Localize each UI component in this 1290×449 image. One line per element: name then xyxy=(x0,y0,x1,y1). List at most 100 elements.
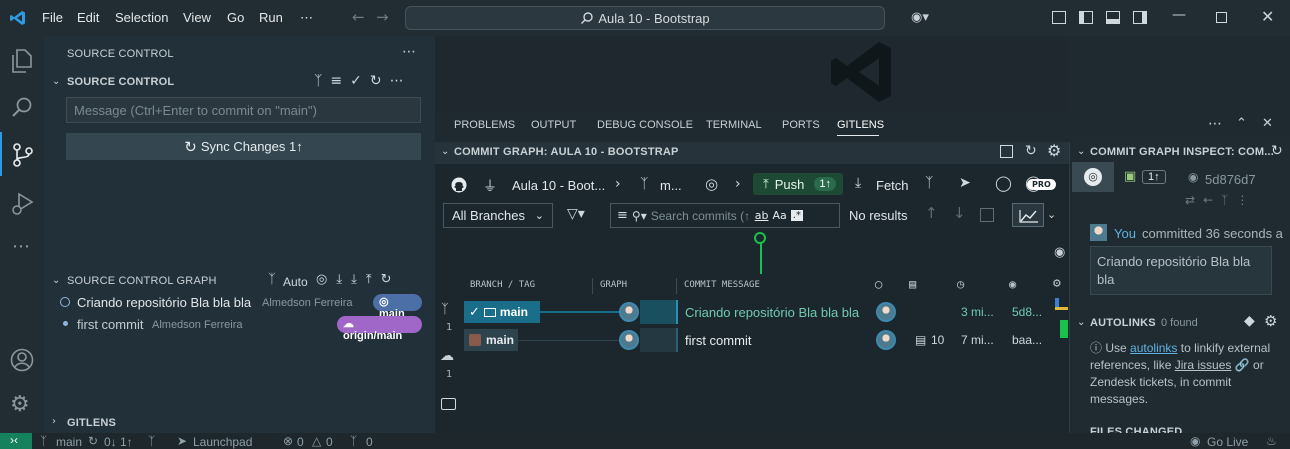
menu-go[interactable]: Go xyxy=(227,10,244,25)
toggle-secondary-sidebar-icon[interactable] xyxy=(1133,11,1147,24)
chevron-down-icon[interactable]: ⌄ xyxy=(52,275,60,286)
minimap-toggle[interactable] xyxy=(1012,203,1044,227)
graph-auto-label[interactable]: Auto xyxy=(283,275,308,289)
refresh-icon[interactable]: ↻ xyxy=(370,73,382,89)
tab-output[interactable]: OUTPUT xyxy=(531,119,576,131)
regex-toggle[interactable]: .* xyxy=(790,210,803,221)
branches-select[interactable]: All Branches ⌄ xyxy=(443,203,553,228)
autolinks-title[interactable]: AUTOLINKS xyxy=(1090,317,1156,329)
fetch-icon[interactable]: ⤓ xyxy=(336,272,342,287)
maximize-icon[interactable] xyxy=(1216,12,1227,23)
table-row[interactable]: ✓ main Criando repositório Bla bla bla 3… xyxy=(463,300,1063,324)
close-window-icon[interactable]: ✕ xyxy=(1261,7,1274,26)
branch-selector[interactable]: m... xyxy=(660,178,682,200)
tab-ports[interactable]: PORTS xyxy=(782,119,820,131)
column-settings-icon[interactable]: ⚙ xyxy=(1053,276,1061,291)
open-details-icon[interactable] xyxy=(980,208,994,222)
github-icon[interactable] xyxy=(451,177,467,193)
more-icon[interactable]: ⋮ xyxy=(1236,193,1248,207)
branch-tag-main[interactable]: ✓ main xyxy=(464,301,540,323)
rocket-icon[interactable]: ➤ xyxy=(959,175,971,191)
push-button[interactable]: ⤒ Push 1↑ xyxy=(753,173,843,195)
search-commits-box[interactable]: ≡ ⚲▾ Search commits (↑ ab Aa .* xyxy=(610,203,840,228)
table-row[interactable]: main first commit ▤ 10 7 mi... baa... xyxy=(463,328,1063,352)
match-case-toggle[interactable]: Aa xyxy=(772,209,786,222)
column-commit-message[interactable]: COMMIT MESSAGE xyxy=(684,280,760,290)
more-views-icon[interactable]: ⋯ xyxy=(12,236,30,257)
command-center[interactable]: Aula 10 - Bootstrap xyxy=(405,6,885,30)
status-branch[interactable]: main xyxy=(56,435,82,449)
compare-icon[interactable]: ⇄ xyxy=(1185,193,1195,207)
graph-icon[interactable]: ᛉ xyxy=(314,73,322,89)
branch-icon[interactable]: ᛉ xyxy=(441,302,449,317)
view-as-list-icon[interactable]: ≡ xyxy=(330,73,342,89)
menu-run[interactable]: Run xyxy=(259,10,283,25)
chevron-down-icon[interactable]: ⌄ xyxy=(52,76,60,87)
section-more-icon[interactable]: ⋯ xyxy=(390,73,404,89)
jira-issues-link[interactable]: Jira issues xyxy=(1175,358,1232,372)
sidebar-more-icon[interactable]: ⋯ xyxy=(402,44,416,60)
back-arrow-icon[interactable]: ← xyxy=(352,8,365,26)
status-go-live[interactable]: Go Live xyxy=(1207,435,1248,449)
toggle-sidebar-icon[interactable] xyxy=(1079,11,1093,24)
remote-indicator[interactable]: ›‹ xyxy=(0,433,32,449)
files-column-icon[interactable]: ▤ xyxy=(909,277,916,291)
refresh-icon[interactable]: ↻ xyxy=(1271,143,1283,159)
graph-item[interactable]: Criando repositório Bla bla bla Almedson… xyxy=(60,294,422,320)
settings-gear-icon[interactable]: ⚙ xyxy=(1047,141,1061,160)
tab-debug-console[interactable]: DEBUG CONSOLE xyxy=(597,119,693,131)
chevron-down-icon[interactable]: ⌄ xyxy=(441,146,449,157)
graph-icon[interactable]: ᛉ xyxy=(148,434,155,448)
refresh-icon[interactable]: ↻ xyxy=(381,272,392,287)
menu-more[interactable]: ⋯ xyxy=(300,10,313,26)
status-sync[interactable]: 0↓ 1↑ xyxy=(104,435,133,449)
graph-section-title[interactable]: SOURCE CONTROL GRAPH xyxy=(67,275,217,287)
menu-view[interactable]: View xyxy=(183,10,211,25)
pro-badge[interactable]: PRO xyxy=(1027,179,1056,190)
back-arrow-icon[interactable]: ← xyxy=(1203,193,1213,207)
match-whole-word-toggle[interactable]: ab xyxy=(755,209,769,222)
inbox-icon[interactable] xyxy=(441,398,456,410)
chevron-down-icon[interactable]: ⌄ xyxy=(1047,208,1056,221)
inspect-author[interactable]: You xyxy=(1114,226,1136,241)
column-graph[interactable]: GRAPH xyxy=(600,280,627,290)
previous-match-icon[interactable]: ↑ xyxy=(925,204,938,222)
filter-icon[interactable]: ▽▾ xyxy=(567,206,585,222)
plug-icon[interactable]: ⏚ xyxy=(483,176,497,196)
repo-selector[interactable]: Aula 10 - Boot... xyxy=(512,178,605,200)
status-warnings[interactable]: 0 xyxy=(326,435,333,449)
inspect-sha[interactable]: 5d876d7 xyxy=(1205,172,1256,187)
close-panel-icon[interactable]: ✕ xyxy=(1262,116,1273,131)
refresh-icon[interactable]: ↻ xyxy=(1025,143,1037,159)
menu-file[interactable]: File xyxy=(42,10,63,25)
explorer-icon[interactable] xyxy=(11,49,33,73)
open-in-editor-icon[interactable] xyxy=(1000,145,1013,158)
commit-check-icon[interactable]: ✓ xyxy=(350,73,362,89)
search-commits-input[interactable]: Search commits (↑ xyxy=(651,209,751,223)
menu-edit[interactable]: Edit xyxy=(77,10,99,25)
pull-icon[interactable]: ⤓ xyxy=(351,272,357,287)
tab-problems[interactable]: PROBLEMS xyxy=(454,119,515,131)
notifications-bell-icon[interactable]: ♨ xyxy=(1266,434,1277,448)
status-errors[interactable]: 0 xyxy=(297,435,304,449)
tab-gitlens[interactable]: GITLENS xyxy=(837,119,884,131)
chevron-down-icon[interactable]: ⌄ xyxy=(1077,317,1085,328)
gitlens-section-title[interactable]: GITLENS xyxy=(67,417,116,429)
status-ports[interactable]: 0 xyxy=(366,435,373,449)
copilot-icon[interactable]: ◉▾ xyxy=(911,10,929,25)
push-icon[interactable]: ⤒ xyxy=(366,272,372,287)
time-column-icon[interactable]: ◷ xyxy=(957,277,964,291)
settings-gear-icon[interactable]: ⚙ xyxy=(10,392,30,417)
branch-icon[interactable]: ᛉ xyxy=(1221,193,1228,207)
next-match-icon[interactable]: ↓ xyxy=(953,204,966,222)
column-branch-tag[interactable]: BRANCH / TAG xyxy=(470,280,535,290)
customize-layout-icon[interactable] xyxy=(1052,11,1066,24)
toggle-panel-icon[interactable] xyxy=(1106,11,1120,24)
gitkraken-icon[interactable]: ◯ xyxy=(995,174,1012,192)
commit-message-input[interactable]: Message (Ctrl+Enter to commit on "main") xyxy=(66,97,421,123)
run-debug-icon[interactable] xyxy=(11,191,35,215)
source-control-icon[interactable] xyxy=(12,143,34,167)
forward-arrow-icon[interactable]: → xyxy=(376,8,389,26)
sha-column-icon[interactable]: ◉ xyxy=(1009,277,1016,291)
accounts-icon[interactable] xyxy=(10,348,34,372)
